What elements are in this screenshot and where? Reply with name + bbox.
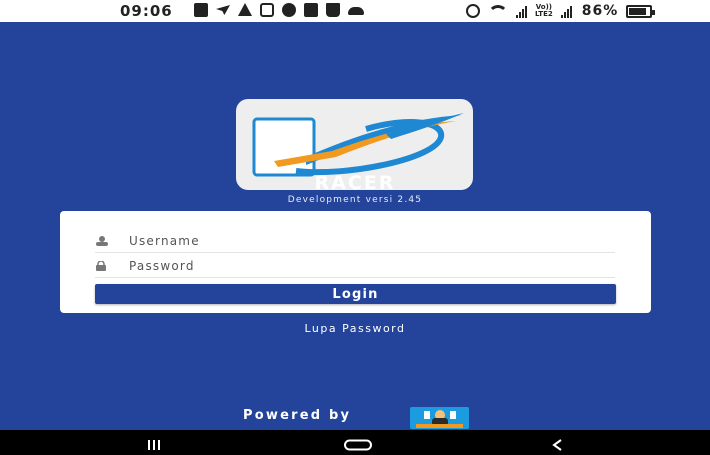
system-icons: Vo)) LTE2 86% — [466, 3, 656, 19]
username-field[interactable] — [95, 232, 615, 253]
recent-apps-button[interactable] — [147, 436, 161, 455]
volte-indicator: Vo)) LTE2 — [535, 4, 553, 18]
vendor-logo-icon — [410, 407, 469, 429]
home-button[interactable] — [343, 436, 373, 455]
alert-icon — [238, 3, 252, 16]
login-card: Login — [60, 211, 651, 313]
status-bar: 09:06 Vo)) LTE2 86% — [0, 0, 710, 22]
password-field[interactable] — [95, 257, 615, 278]
signal-icon — [560, 5, 572, 18]
lte-label: LTE2 — [535, 10, 553, 18]
navigation-bar — [0, 430, 710, 455]
battery-icon — [626, 4, 656, 18]
signal-icon — [516, 5, 527, 18]
powered-by-label: Powered by — [243, 408, 352, 423]
lock-icon — [96, 261, 106, 271]
user-icon — [96, 236, 108, 246]
app-name: RACER — [314, 172, 396, 194]
message-icon — [194, 3, 208, 17]
login-button[interactable]: Login — [95, 284, 616, 304]
alarm-icon — [466, 4, 480, 18]
checkbox-icon — [304, 3, 318, 17]
recent-apps-icon — [148, 440, 160, 450]
instagram-icon — [260, 3, 274, 17]
cloud-icon — [348, 7, 364, 15]
download-icon — [282, 3, 296, 17]
status-time: 09:06 — [120, 2, 173, 20]
bag-icon — [326, 3, 340, 17]
forgot-password-link[interactable]: Lupa Password — [0, 322, 710, 335]
password-input[interactable] — [129, 257, 589, 275]
wifi-icon — [488, 5, 508, 17]
home-icon — [344, 439, 372, 451]
telegram-icon — [216, 5, 230, 15]
username-input[interactable] — [129, 232, 589, 250]
battery-percent: 86% — [581, 3, 619, 19]
login-screen: RACER Development versi 2.45 Login Lupa … — [0, 22, 710, 430]
back-button[interactable] — [551, 436, 563, 455]
back-icon — [552, 439, 562, 451]
app-version: Development versi 2.45 — [287, 195, 423, 205]
notification-icons — [194, 3, 364, 17]
